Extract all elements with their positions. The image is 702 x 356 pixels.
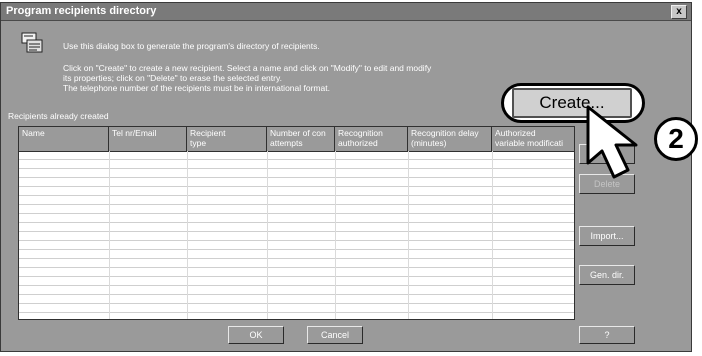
table-row[interactable] (19, 286, 574, 295)
mouse-pointer-icon (586, 105, 638, 179)
table-row[interactable] (19, 277, 574, 286)
instruction-line-3: its properties; click on "Delete" to era… (63, 73, 282, 83)
table-header: Name Tel nr/Email Recipient type Number … (19, 127, 574, 152)
column-header-recognition-authorized[interactable]: Recognition authorized (335, 127, 408, 151)
table-row[interactable] (19, 250, 574, 259)
table-row[interactable] (19, 304, 574, 313)
table-row[interactable] (19, 151, 574, 160)
instruction-line-4: The telephone number of the recipients m… (63, 83, 330, 93)
import-button[interactable]: Import... (579, 226, 635, 246)
table-row[interactable] (19, 232, 574, 241)
cancel-button[interactable]: Cancel (307, 326, 363, 344)
title-bar: Program recipients directory x (1, 3, 691, 21)
window-title: Program recipients directory (6, 5, 157, 17)
column-header-recognition-delay[interactable]: Recognition delay (minutes) (408, 127, 492, 151)
table-row[interactable] (19, 241, 574, 250)
recipients-table[interactable]: Name Tel nr/Email Recipient type Number … (18, 126, 575, 320)
table-row[interactable] (19, 223, 574, 232)
info-note-icon (21, 32, 43, 53)
column-divider (492, 151, 493, 319)
gen-dir-button[interactable]: Gen. dir. (579, 265, 635, 285)
help-button[interactable]: ? (579, 326, 635, 344)
column-header-tel-email[interactable]: Tel nr/Email (109, 127, 187, 151)
column-divider (408, 151, 409, 319)
table-row[interactable] (19, 178, 574, 187)
column-header-recipient-type[interactable]: Recipient type (187, 127, 267, 151)
column-divider (187, 151, 188, 319)
instruction-line-1: Use this dialog box to generate the prog… (63, 41, 320, 51)
column-divider (109, 151, 110, 319)
column-header-name[interactable]: Name (19, 127, 109, 151)
table-row[interactable] (19, 160, 574, 169)
column-header-variable-modification[interactable]: Authorized variable modificati (492, 127, 574, 151)
table-row[interactable] (19, 313, 574, 319)
step-number-badge: 2 (654, 117, 698, 161)
table-row[interactable] (19, 205, 574, 214)
ok-button[interactable]: OK (228, 326, 284, 344)
table-row[interactable] (19, 268, 574, 277)
close-button[interactable]: x (671, 5, 687, 19)
table-row[interactable] (19, 259, 574, 268)
recipients-list-label: Recipients already created (8, 111, 109, 121)
instruction-line-2: Click on "Create" to create a new recipi… (63, 63, 432, 73)
table-row[interactable] (19, 295, 574, 304)
column-divider (335, 151, 336, 319)
column-header-attempts[interactable]: Number of con attempts (267, 127, 335, 151)
table-row[interactable] (19, 214, 574, 223)
table-row[interactable] (19, 169, 574, 178)
column-divider (267, 151, 268, 319)
table-row[interactable] (19, 187, 574, 196)
table-row[interactable] (19, 196, 574, 205)
